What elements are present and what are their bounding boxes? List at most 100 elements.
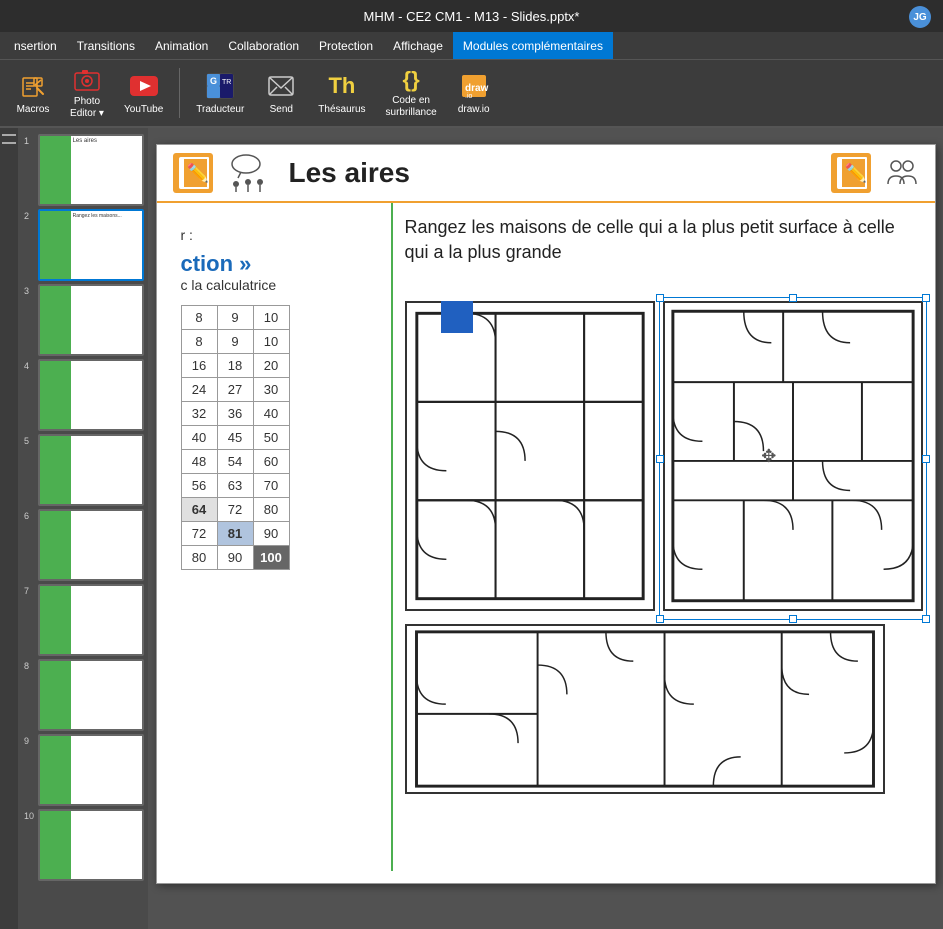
table-cell: 30 bbox=[253, 378, 289, 402]
traducteur-label: Traducteur bbox=[196, 104, 244, 116]
youtube-button[interactable]: YouTube bbox=[116, 64, 171, 122]
photo-editor-button[interactable]: PhotoEditor ▾ bbox=[62, 64, 112, 122]
table-cell: 80 bbox=[181, 546, 217, 570]
slide-thumb-8[interactable] bbox=[38, 659, 144, 731]
table-cell: 32 bbox=[181, 402, 217, 426]
table-cell: 100 bbox=[253, 546, 289, 570]
thumbnails-panel: 1 Les aires 2 Rangez les maisons... bbox=[18, 128, 148, 929]
send-icon bbox=[265, 70, 297, 102]
youtube-label: YouTube bbox=[124, 104, 163, 116]
left-label-r: r : bbox=[181, 227, 367, 243]
slide-thumb-3[interactable] bbox=[38, 284, 144, 356]
photo-editor-icon bbox=[71, 66, 103, 94]
instruction-section: ction » c la calculatrice bbox=[181, 251, 367, 293]
instruction-bold: ction » bbox=[181, 251, 367, 277]
slide: ✏️ bbox=[156, 144, 936, 884]
slide-title: Les aires bbox=[289, 157, 819, 189]
table-cell: 9 bbox=[217, 306, 253, 330]
slide-thumb-10[interactable] bbox=[38, 809, 144, 881]
menu-transitions[interactable]: Transitions bbox=[67, 32, 145, 59]
main-area: 1 Les aires 2 Rangez les maisons... bbox=[0, 128, 943, 929]
houses-row-2 bbox=[405, 624, 923, 799]
table-cell: 40 bbox=[181, 426, 217, 450]
table-cell: 16 bbox=[181, 354, 217, 378]
notebook-left-icon: ✏️ bbox=[173, 153, 213, 193]
menu-collaboration[interactable]: Collaboration bbox=[218, 32, 309, 59]
slide-thumb-4[interactable] bbox=[38, 359, 144, 431]
menu-affichage[interactable]: Affichage bbox=[383, 32, 453, 59]
table-cell: 56 bbox=[181, 474, 217, 498]
table-cell: 9 bbox=[217, 330, 253, 354]
slide-thumb-9[interactable] bbox=[38, 734, 144, 806]
menu-insertion[interactable]: nsertion bbox=[4, 32, 67, 59]
code-label: Code ensurbrillance bbox=[386, 95, 437, 119]
table-cell: 27 bbox=[217, 378, 253, 402]
thesaurus-label: Thésaurus bbox=[318, 104, 365, 116]
menu-protection[interactable]: Protection bbox=[309, 32, 383, 59]
svg-text:G: G bbox=[210, 76, 217, 86]
handle-tr[interactable] bbox=[922, 294, 930, 302]
group-icon bbox=[225, 153, 277, 193]
svg-text:TR: TR bbox=[222, 79, 231, 86]
handle-br[interactable] bbox=[922, 615, 930, 623]
table-cell: 72 bbox=[181, 522, 217, 546]
slide-body: r : ction » c la calculatrice 8910 8910 16… bbox=[157, 203, 935, 871]
table-cell: 8 bbox=[181, 330, 217, 354]
menu-animation[interactable]: Animation bbox=[145, 32, 218, 59]
person-icon-header bbox=[883, 155, 919, 191]
instruction-text: c la calculatrice bbox=[181, 277, 367, 293]
code-button[interactable]: {} Code ensurbrillance bbox=[378, 64, 445, 122]
house-plan-2[interactable] bbox=[663, 301, 923, 611]
blue-selector-square[interactable] bbox=[441, 301, 473, 333]
sidebar bbox=[0, 128, 18, 929]
table-cell: 80 bbox=[253, 498, 289, 522]
thesaurus-button[interactable]: Th Thésaurus bbox=[310, 64, 373, 122]
macros-button[interactable]: Macros bbox=[8, 64, 58, 122]
table-cell: 64 bbox=[181, 498, 217, 522]
user-avatar: JG bbox=[909, 6, 931, 28]
handle-bl[interactable] bbox=[656, 615, 664, 623]
title-bar: MHM - CE2 CM1 - M13 - Slides.pptx* JG bbox=[0, 0, 943, 32]
table-cell: 72 bbox=[217, 498, 253, 522]
table-cell: 81 bbox=[217, 522, 253, 546]
slide-question: Rangez les maisons de celle qui a la plu… bbox=[405, 215, 923, 265]
send-button[interactable]: Send bbox=[256, 64, 306, 122]
multiplication-table: 8910891016182024273032364040455048546056… bbox=[181, 305, 290, 570]
drawio-icon: draw .io bbox=[458, 70, 490, 102]
table-cell: 36 bbox=[217, 402, 253, 426]
table-cell: 54 bbox=[217, 450, 253, 474]
macros-icon bbox=[17, 70, 49, 102]
send-label: Send bbox=[270, 104, 293, 116]
slide-thumb-7[interactable] bbox=[38, 584, 144, 656]
toolbar: Macros PhotoEditor ▾ YouTube bbox=[0, 60, 943, 128]
table-cell: 8 bbox=[181, 306, 217, 330]
slide-thumb-5[interactable] bbox=[38, 434, 144, 506]
thesaurus-icon: Th bbox=[326, 70, 358, 102]
table-cell: 48 bbox=[181, 450, 217, 474]
table-cell: 40 bbox=[253, 402, 289, 426]
table-cell: 90 bbox=[253, 522, 289, 546]
table-cell: 10 bbox=[253, 306, 289, 330]
slide-thumb-6[interactable] bbox=[38, 509, 144, 581]
traducteur-button[interactable]: G TR Traducteur bbox=[188, 64, 252, 122]
house-2-container: ✥ bbox=[663, 301, 923, 616]
slide-left-panel: r : ction » c la calculatrice 8910 8910 16… bbox=[157, 203, 393, 871]
house-plan-3[interactable] bbox=[405, 624, 885, 794]
house-plan-1[interactable] bbox=[405, 301, 655, 611]
table-cell: 20 bbox=[253, 354, 289, 378]
handle-mr[interactable] bbox=[922, 455, 930, 463]
houses-layout: ✥ bbox=[405, 301, 923, 799]
slide-header: ✏️ bbox=[157, 145, 935, 203]
slide-left-content: r : ction » c la calculatrice 8910 8910 16… bbox=[169, 215, 379, 582]
drawio-label: draw.io bbox=[458, 104, 490, 116]
drawio-button[interactable]: draw .io draw.io bbox=[449, 64, 499, 122]
menu-modules[interactable]: Modules complémentaires bbox=[453, 32, 613, 59]
table-cell: 63 bbox=[217, 474, 253, 498]
window-title: MHM - CE2 CM1 - M13 - Slides.pptx* bbox=[364, 9, 580, 24]
slide-thumb-1[interactable]: Les aires bbox=[38, 134, 144, 206]
handle-bc[interactable] bbox=[789, 615, 797, 623]
table-cell: 10 bbox=[253, 330, 289, 354]
slide-thumb-2[interactable]: Rangez les maisons... bbox=[38, 209, 144, 281]
youtube-icon bbox=[128, 70, 160, 102]
photo-editor-label: PhotoEditor ▾ bbox=[70, 96, 104, 120]
